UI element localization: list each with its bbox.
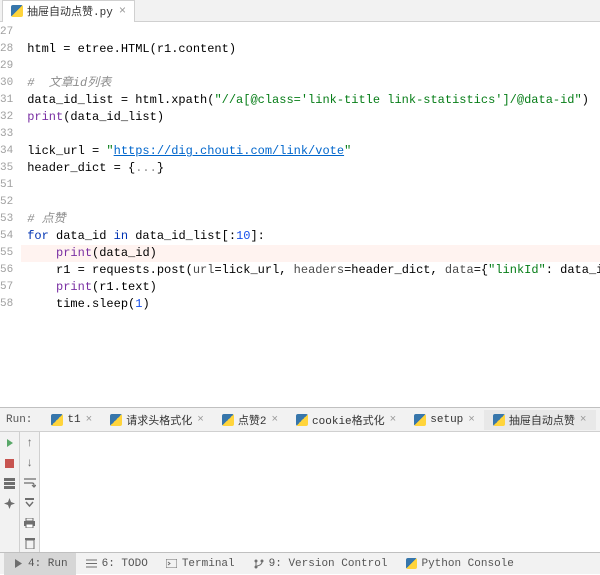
close-icon[interactable]: ×	[390, 414, 397, 426]
close-icon[interactable]: ×	[119, 4, 126, 18]
close-icon[interactable]: ×	[197, 414, 204, 426]
status-bar: 4: Run 6: TODO Terminal 9: Version Contr…	[0, 552, 600, 574]
code-line[interactable]: print(data_id_list)	[27, 109, 600, 126]
run-toolbar-left	[0, 432, 20, 552]
run-tab[interactable]: setup ×	[405, 410, 484, 430]
run-tab[interactable]: cookie格式化 ×	[287, 410, 405, 430]
scroll-icon[interactable]	[23, 496, 37, 510]
todo-icon	[86, 558, 98, 570]
branch-icon	[253, 558, 265, 570]
run-tab[interactable]: 点赞2 ×	[213, 410, 287, 430]
close-icon[interactable]: ×	[271, 414, 278, 426]
run-panel: Run: t1×请求头格式化×点赞2×cookie格式化×setup×抽屉自动点…	[0, 407, 600, 552]
run-tab-label: setup	[430, 414, 463, 426]
status-run[interactable]: 4: Run	[4, 553, 76, 575]
code-line[interactable]	[27, 177, 600, 194]
python-file-icon	[296, 414, 308, 426]
editor-tab-label: 抽屉自动点赞.py	[27, 3, 113, 19]
up-icon[interactable]: ↑	[23, 436, 37, 450]
close-icon[interactable]: ×	[86, 414, 93, 426]
python-file-icon	[222, 414, 234, 426]
run-toolbar-left-2: ↑ ↓	[20, 432, 40, 552]
run-tab[interactable]: t1 ×	[42, 410, 101, 430]
run-tab-label: t1	[67, 414, 80, 426]
code-line[interactable]	[27, 24, 600, 41]
code-line[interactable]: lick_url = "https://dig.chouti.com/link/…	[27, 143, 600, 160]
run-label: Run:	[6, 414, 32, 426]
code-line[interactable]	[27, 194, 600, 211]
code-editor[interactable]: 2728293031323334355152535455565758 html …	[0, 22, 600, 407]
layout-icon[interactable]	[3, 476, 17, 490]
run-tab-label: 抽屉自动点赞	[509, 412, 575, 428]
code-line[interactable]: header_dict = {...}	[27, 160, 600, 177]
code-line[interactable]	[27, 126, 600, 143]
python-file-icon	[493, 414, 505, 426]
editor-tabs: 抽屉自动点赞.py ×	[0, 0, 600, 22]
trash-icon[interactable]	[23, 536, 37, 550]
wrap-icon[interactable]	[23, 476, 37, 490]
down-icon[interactable]: ↓	[23, 456, 37, 470]
python-file-icon	[110, 414, 122, 426]
gutter: 2728293031323334355152535455565758	[0, 22, 21, 407]
python-file-icon	[51, 414, 63, 426]
run-output[interactable]	[40, 432, 600, 552]
code-line[interactable]	[27, 58, 600, 75]
run-tab[interactable]: 请求头格式化 ×	[101, 410, 213, 430]
status-terminal[interactable]: Terminal	[158, 553, 243, 575]
rerun-icon[interactable]	[3, 436, 17, 450]
run-tabs-bar: Run: t1×请求头格式化×点赞2×cookie格式化×setup×抽屉自动点…	[0, 408, 600, 432]
code-line[interactable]: # 文章id列表	[27, 75, 600, 92]
close-icon[interactable]: ×	[580, 414, 587, 426]
run-tab-label: 点赞2	[238, 412, 267, 428]
status-todo[interactable]: 6: TODO	[78, 553, 156, 575]
code-line[interactable]: print(r1.text)	[27, 279, 600, 296]
close-icon[interactable]: ×	[468, 414, 475, 426]
code-line[interactable]: data_id_list = html.xpath("//a[@class='l…	[27, 92, 600, 109]
run-status-icon	[12, 558, 24, 570]
python-file-icon	[414, 414, 426, 426]
status-vcs[interactable]: 9: Version Control	[245, 553, 396, 575]
code-line[interactable]: for data_id in data_id_list[:10]:	[27, 228, 600, 245]
python-file-icon	[11, 5, 23, 17]
code-line[interactable]: # 点赞	[27, 211, 600, 228]
print-icon[interactable]	[23, 516, 37, 530]
code-area[interactable]: html = etree.HTML(r1.content) # 文章id列表dat…	[21, 22, 600, 407]
status-pyconsole[interactable]: Python Console	[397, 553, 521, 575]
code-line[interactable]: print(data_id)	[21, 245, 600, 262]
code-line[interactable]: time.sleep(1)	[27, 296, 600, 313]
code-line[interactable]: html = etree.HTML(r1.content)	[27, 41, 600, 58]
run-tab-label: 请求头格式化	[126, 412, 192, 428]
run-tab[interactable]: 抽屉自动点赞 ×	[484, 410, 596, 430]
pin-icon[interactable]	[3, 496, 17, 510]
terminal-icon	[166, 558, 178, 570]
code-line[interactable]: r1 = requests.post(url=lick_url, headers…	[27, 262, 600, 279]
python-icon	[405, 558, 417, 570]
run-tab-label: cookie格式化	[312, 412, 385, 428]
editor-tab-active[interactable]: 抽屉自动点赞.py ×	[2, 0, 135, 22]
stop-icon[interactable]	[3, 456, 17, 470]
